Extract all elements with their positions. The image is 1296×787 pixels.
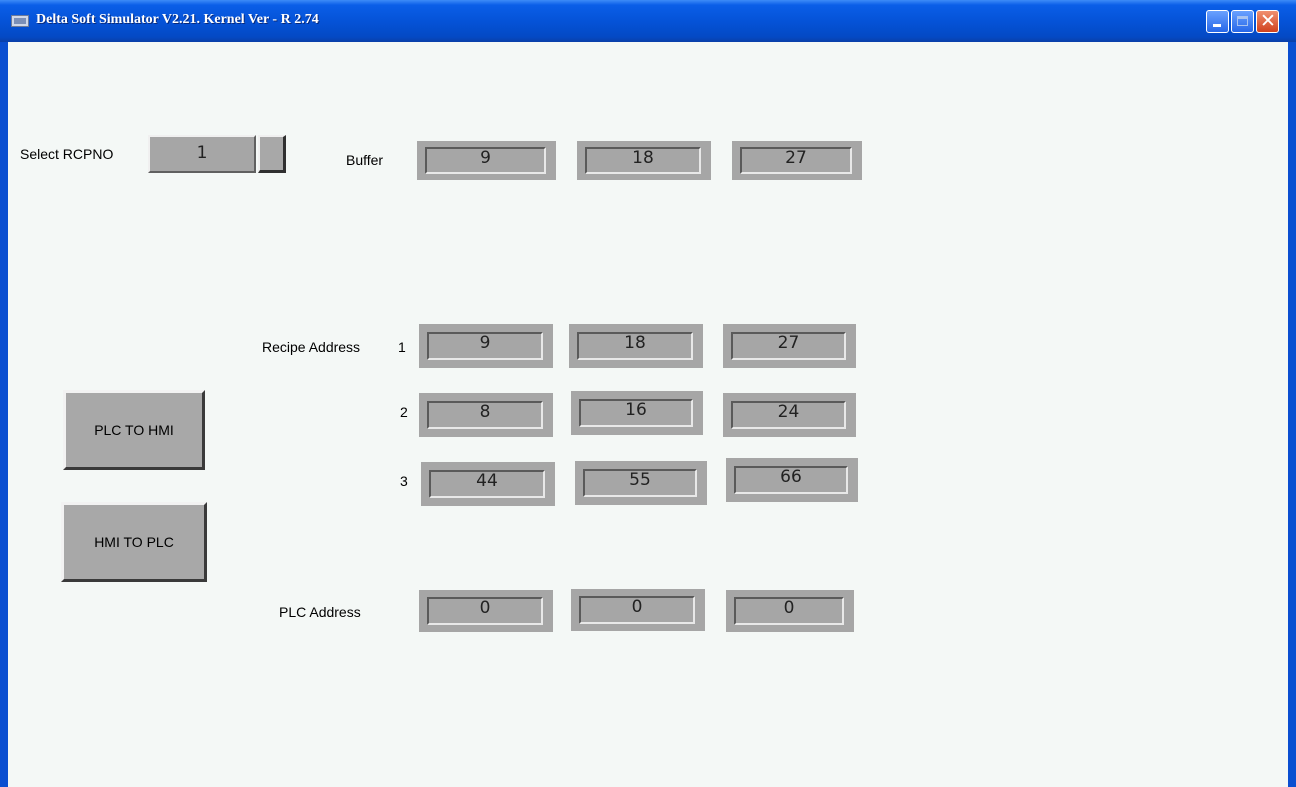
buffer-value-3: 27	[740, 147, 852, 174]
plc-value-3: 0	[734, 597, 844, 625]
recipe-value-1-2: 18	[577, 332, 693, 360]
recipe-value-2-2: 16	[579, 399, 693, 427]
rcpno-input[interactable]: 1	[148, 135, 256, 173]
recipe-value-1-1: 9	[427, 332, 543, 360]
close-button[interactable]: ✕	[1256, 10, 1279, 33]
plc-to-hmi-button[interactable]: PLC TO HMI	[63, 390, 205, 470]
buffer-field-1[interactable]: 9	[417, 141, 556, 180]
buffer-label: Buffer	[346, 152, 384, 168]
recipe-value-2-3: 24	[731, 401, 846, 429]
rcpno-spin-button[interactable]	[258, 135, 286, 173]
app-icon	[11, 15, 29, 27]
buffer-value-1: 9	[425, 147, 546, 174]
recipe-field-2-2[interactable]: 16	[571, 391, 703, 435]
buffer-field-2[interactable]: 18	[577, 141, 711, 180]
hmi-to-plc-button[interactable]: HMI TO PLC	[61, 502, 207, 582]
plc-field-2[interactable]: 0	[571, 589, 705, 631]
plc-field-3[interactable]: 0	[726, 590, 854, 632]
minimize-icon	[1213, 24, 1221, 27]
recipe-value-3-2: 55	[583, 469, 697, 497]
plc-value-1: 0	[427, 597, 543, 625]
recipe-row-index-2: 2	[400, 404, 408, 420]
window-title: Delta Soft Simulator V2.21. Kernel Ver -…	[36, 12, 319, 27]
recipe-field-3-2[interactable]: 55	[575, 461, 707, 505]
recipe-field-2-3[interactable]: 24	[723, 393, 856, 437]
rcpno-value: 1	[196, 143, 208, 163]
title-bar: Delta Soft Simulator V2.21. Kernel Ver -…	[0, 0, 1296, 42]
recipe-field-3-3[interactable]: 66	[726, 458, 858, 502]
plc-field-1[interactable]: 0	[419, 590, 553, 632]
recipe-field-2-1[interactable]: 8	[419, 393, 553, 437]
plc-value-2: 0	[579, 596, 695, 624]
recipe-value-3-1: 44	[429, 470, 545, 498]
recipe-field-1-2[interactable]: 18	[569, 324, 703, 368]
minimize-button[interactable]	[1206, 10, 1229, 33]
recipe-field-3-1[interactable]: 44	[421, 462, 555, 506]
recipe-value-2-1: 8	[427, 401, 543, 429]
buffer-field-3[interactable]: 27	[732, 141, 862, 180]
plc-address-label: PLC Address	[279, 604, 361, 620]
close-icon: ✕	[1260, 10, 1276, 32]
maximize-icon	[1237, 16, 1248, 26]
recipe-address-label: Recipe Address	[262, 339, 361, 355]
maximize-button[interactable]	[1231, 10, 1254, 33]
recipe-field-1-1[interactable]: 9	[419, 324, 553, 368]
recipe-value-1-3: 27	[731, 332, 846, 360]
recipe-row-index-3: 3	[400, 473, 408, 489]
recipe-row-index-1: 1	[398, 339, 406, 355]
recipe-field-1-3[interactable]: 27	[723, 324, 856, 368]
buffer-value-2: 18	[585, 147, 701, 174]
select-rcpno-label: Select RCPNO	[20, 146, 114, 162]
recipe-value-3-3: 66	[734, 466, 848, 494]
